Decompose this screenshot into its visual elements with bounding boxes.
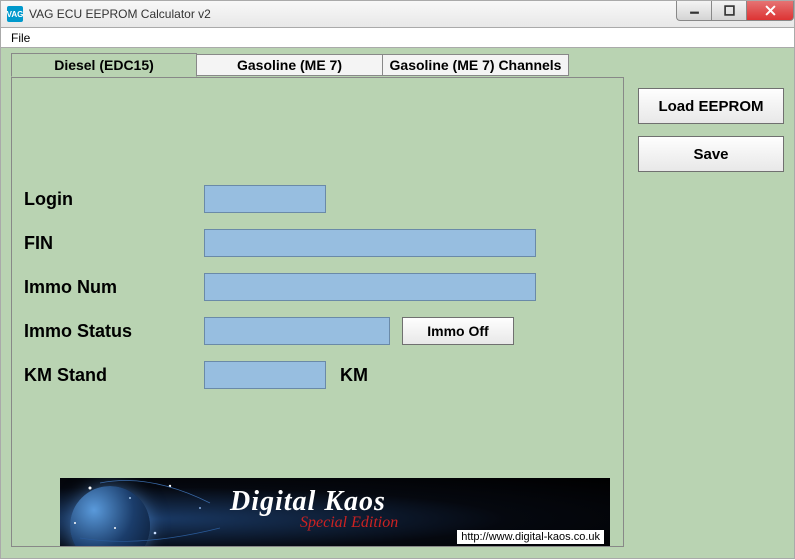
login-label: Login <box>24 189 204 210</box>
tabs-strip: Diesel (EDC15) Gasoline (ME 7) Gasoline … <box>1 48 634 78</box>
row-immonum: Immo Num <box>24 272 594 302</box>
kmstand-label: KM Stand <box>24 365 204 386</box>
side-panel: Load EEPROM Save <box>634 48 794 558</box>
login-input[interactable] <box>204 185 326 213</box>
close-button[interactable] <box>746 1 794 21</box>
immostatus-input[interactable] <box>204 317 390 345</box>
menu-file[interactable]: File <box>5 29 36 47</box>
globe-icon <box>70 486 150 546</box>
tab-gasoline-me7-channels[interactable]: Gasoline (ME 7) Channels <box>383 54 569 76</box>
tab-label: Gasoline (ME 7) <box>237 57 342 73</box>
tab-label: Gasoline (ME 7) Channels <box>390 57 562 73</box>
client-area: Diesel (EDC15) Gasoline (ME 7) Gasoline … <box>0 48 795 559</box>
form-area: Login FIN Immo Num Immo Status Immo Off <box>24 184 594 404</box>
window-titlebar: VAG VAG ECU EEPROM Calculator v2 <box>0 0 795 28</box>
minimize-button[interactable] <box>676 1 711 21</box>
immostatus-label: Immo Status <box>24 321 204 342</box>
menu-bar: File <box>0 28 795 48</box>
main-panel: Diesel (EDC15) Gasoline (ME 7) Gasoline … <box>1 48 634 558</box>
banner: Digital Kaos Special Edition http://www.… <box>60 478 610 546</box>
banner-text: Digital Kaos Special Edition <box>230 486 398 532</box>
tab-label: Diesel (EDC15) <box>54 57 154 73</box>
immonum-label: Immo Num <box>24 277 204 298</box>
kmstand-input[interactable] <box>204 361 326 389</box>
row-kmstand: KM Stand KM <box>24 360 594 390</box>
window-title: VAG ECU EEPROM Calculator v2 <box>29 7 211 21</box>
banner-sub-text: Special Edition <box>300 514 398 532</box>
row-login: Login <box>24 184 594 214</box>
row-immostatus: Immo Status Immo Off <box>24 316 594 346</box>
tab-content: Login FIN Immo Num Immo Status Immo Off <box>11 77 624 547</box>
km-unit-label: KM <box>340 365 368 386</box>
load-eeprom-button[interactable]: Load EEPROM <box>638 88 784 124</box>
fin-input[interactable] <box>204 229 536 257</box>
maximize-button[interactable] <box>711 1 746 21</box>
row-fin: FIN <box>24 228 594 258</box>
fin-label: FIN <box>24 233 204 254</box>
tab-diesel-edc15[interactable]: Diesel (EDC15) <box>11 53 197 77</box>
tab-gasoline-me7[interactable]: Gasoline (ME 7) <box>197 54 383 76</box>
window-controls <box>676 1 794 21</box>
banner-url: http://www.digital-kaos.co.uk <box>457 530 604 544</box>
app-icon: VAG <box>7 6 23 22</box>
immo-off-button[interactable]: Immo Off <box>402 317 514 345</box>
immonum-input[interactable] <box>204 273 536 301</box>
save-button[interactable]: Save <box>638 136 784 172</box>
